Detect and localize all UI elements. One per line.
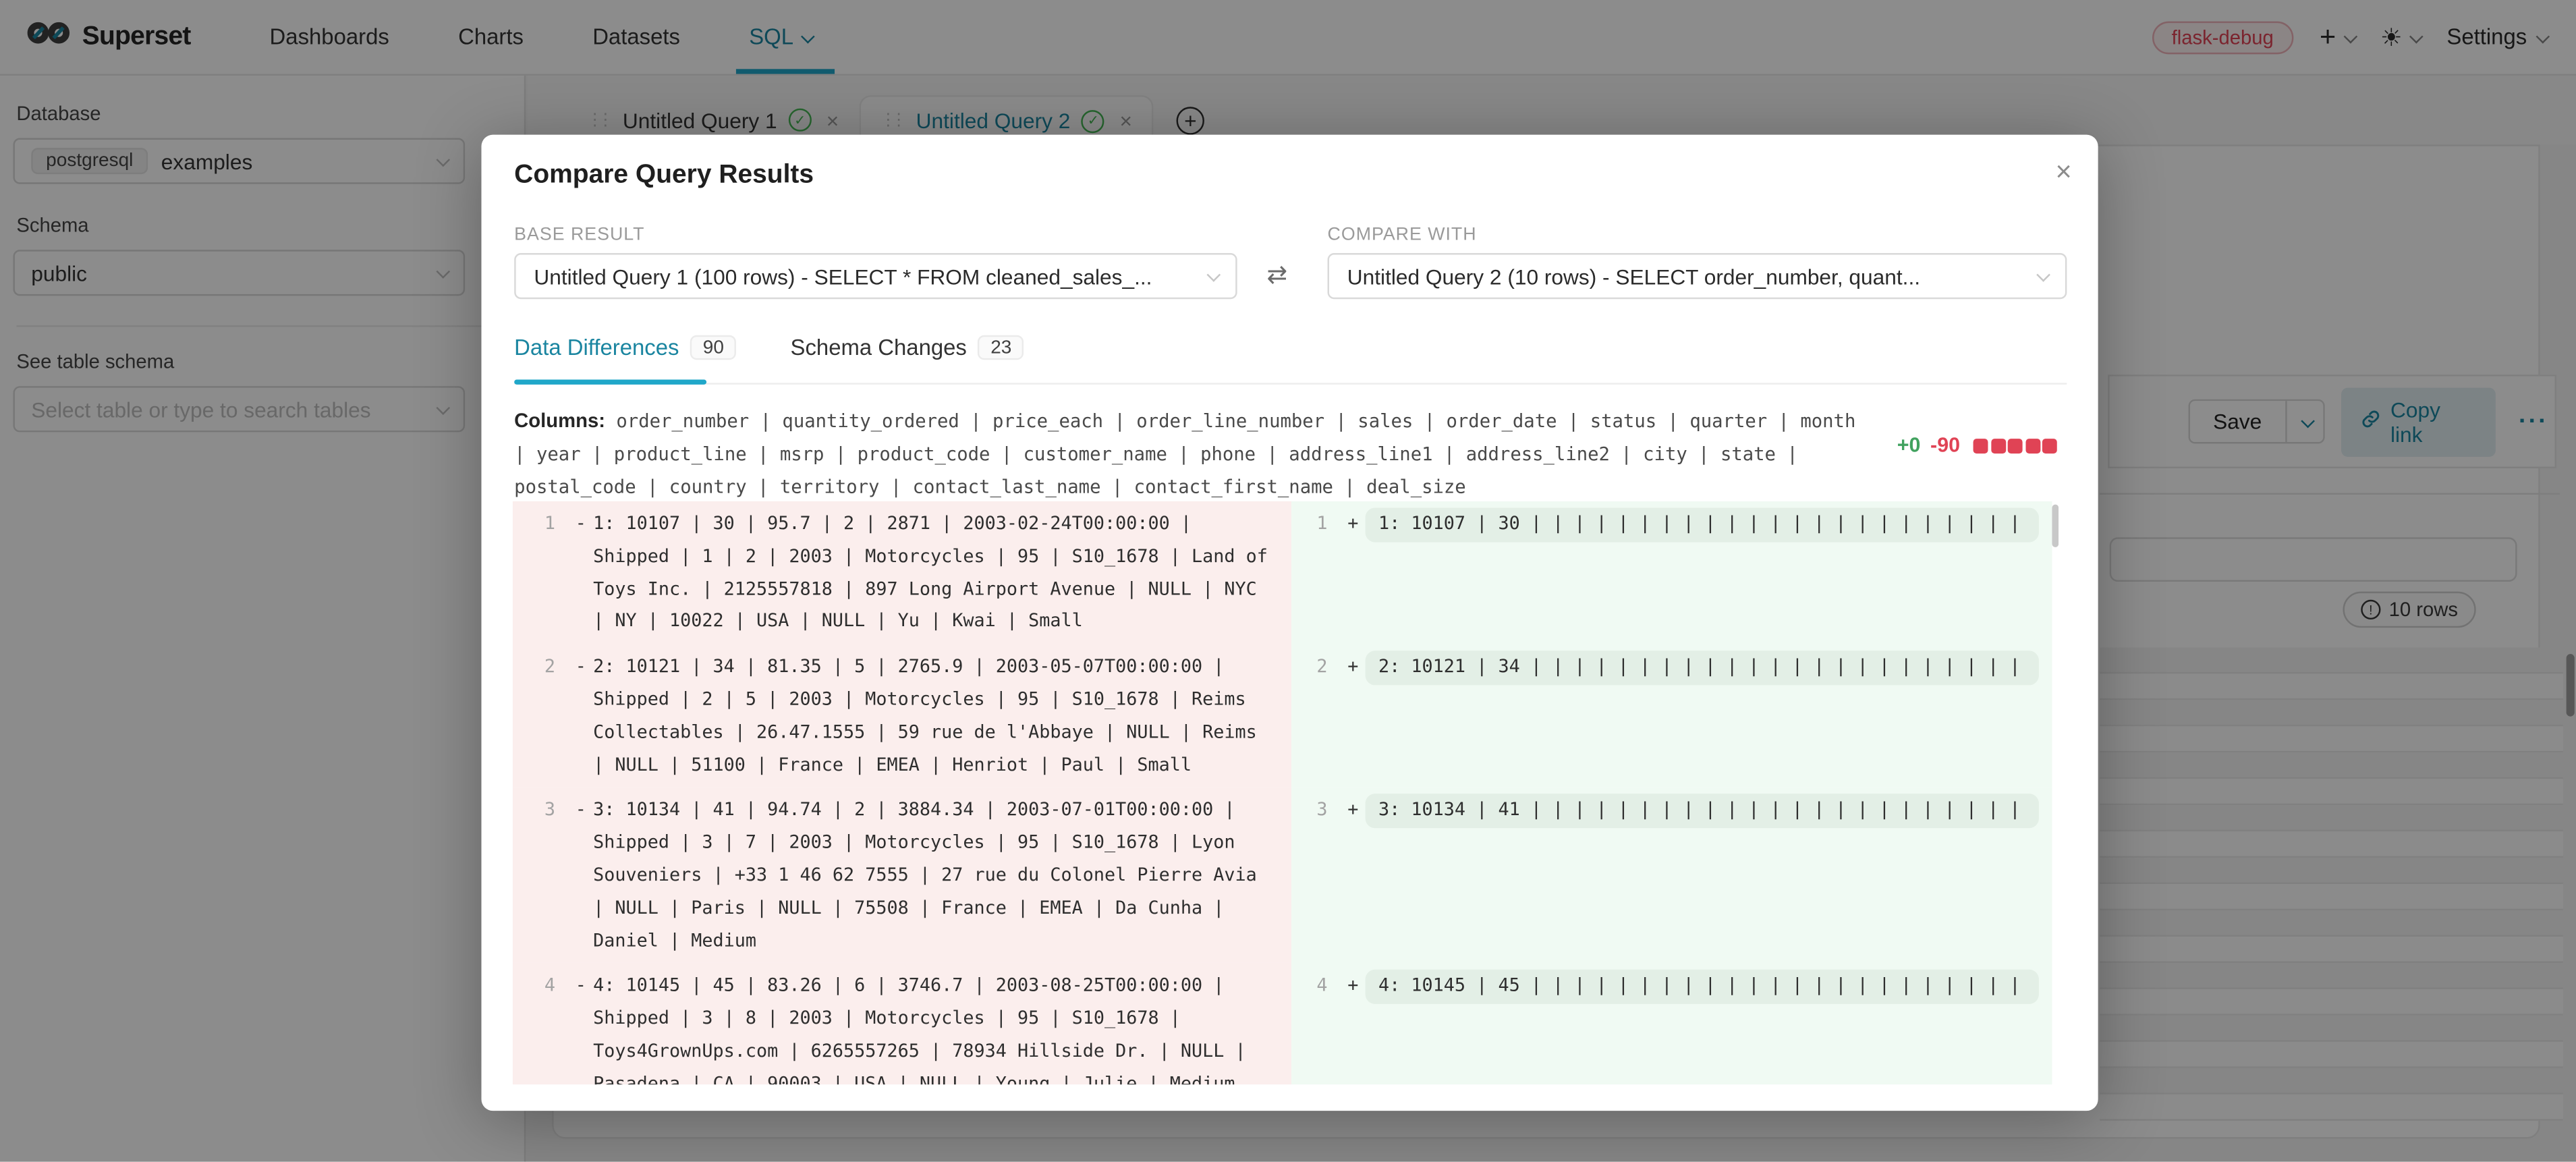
diff-row-added: 2+2: 10121 | 34 | | | | | | | | | | | | … (1291, 644, 2052, 787)
diff-row-removed: 3-3: 10134 | 41 | 94.74 | 2 | 3884.34 | … (513, 787, 1291, 964)
diff-row-added: 3+3: 10134 | 41 | | | | | | | | | | | | … (1291, 787, 2052, 964)
plus-sign: + (1341, 651, 1366, 781)
line-number: 4 (1291, 970, 1341, 1085)
diff-row-text: 4: 10145 | 45 | | | | | | | | | | | | | … (1366, 970, 2039, 1005)
diffstat-square (1973, 438, 1988, 453)
added-count: +0 (1897, 434, 1921, 457)
diffstat: +0 -90 (1897, 434, 2057, 457)
line-number: 4 (513, 970, 569, 1085)
chevron-down-icon (1206, 268, 1221, 282)
line-number: 3 (1291, 794, 1341, 957)
minus-sign: - (569, 970, 594, 1085)
tab-underline (514, 383, 2067, 384)
diff-row-removed: 1-1: 10107 | 30 | 95.7 | 2 | 2871 | 2003… (513, 501, 1291, 644)
base-result-label: BASE RESULT (514, 225, 644, 245)
removed-count: -90 (1930, 434, 1960, 457)
diff-row-text: 3: 10134 | 41 | 94.74 | 2 | 3884.34 | 20… (593, 794, 1278, 957)
diffstat-square (2042, 438, 2057, 453)
columns-header: Columns: order_number | quantity_ordered… (514, 404, 2067, 505)
minus-sign: - (569, 794, 594, 957)
diff-scrollbar[interactable] (2052, 505, 2059, 1082)
diff-view: 1-1: 10107 | 30 | 95.7 | 2 | 2871 | 2003… (513, 501, 2059, 1084)
tab-data-differences[interactable]: Data Differences 90 (514, 335, 736, 378)
diff-row-removed: 4-4: 10145 | 45 | 83.26 | 6 | 3746.7 | 2… (513, 964, 1291, 1084)
columns-label: Columns: (514, 409, 605, 432)
compare-query-results-modal: × Compare Query Results BASE RESULT COMP… (481, 135, 2098, 1111)
modal-title: Compare Query Results (514, 161, 814, 191)
base-result-value: Untitled Query 1 (100 rows) - SELECT * F… (534, 264, 1152, 289)
close-icon[interactable]: × (2055, 156, 2071, 189)
diff-grid: 1-1: 10107 | 30 | 95.7 | 2 | 2871 | 2003… (513, 501, 2059, 1084)
diffstat-square (2008, 438, 2023, 453)
minus-sign: - (569, 651, 594, 781)
tab-count-badge: 23 (978, 335, 1024, 360)
active-tab-ink (514, 380, 706, 384)
line-number: 1 (513, 507, 569, 638)
diff-row-text: 2: 10121 | 34 | 81.35 | 5 | 2765.9 | 200… (593, 651, 1278, 781)
diff-row-added: 1+1: 10107 | 30 | | | | | | | | | | | | … (1291, 501, 2052, 644)
diffstat-square (1990, 438, 2005, 453)
diff-row-text: 1: 10107 | 30 | | | | | | | | | | | | | … (1366, 507, 2039, 542)
columns-list: Columns: order_number | quantity_ordered… (514, 404, 1861, 505)
diff-row-text: 4: 10145 | 45 | 83.26 | 6 | 3746.7 | 200… (593, 970, 1278, 1085)
line-number: 3 (513, 794, 569, 957)
diffstat-blocks (1973, 438, 2057, 453)
compare-with-label: COMPARE WITH (1328, 225, 1477, 245)
compare-with-value: Untitled Query 2 (10 rows) - SELECT orde… (1347, 264, 1920, 289)
diff-row-text: 1: 10107 | 30 | 95.7 | 2 | 2871 | 2003-0… (593, 507, 1278, 638)
diffstat-square (2025, 438, 2040, 453)
line-number: 2 (1291, 651, 1341, 781)
diff-row-text: 3: 10134 | 41 | | | | | | | | | | | | | … (1366, 794, 2039, 829)
chevron-down-icon (2036, 268, 2050, 282)
diff-row-removed: 2-2: 10121 | 34 | 81.35 | 5 | 2765.9 | 2… (513, 644, 1291, 787)
tab-label: Data Differences (514, 335, 679, 360)
plus-sign: + (1341, 507, 1366, 638)
plus-sign: + (1341, 794, 1366, 957)
scrollbar-thumb[interactable] (2052, 505, 2059, 547)
superset-sql-lab: Superset DashboardsChartsDatasetsSQL fla… (0, 0, 2576, 1162)
line-number: 2 (513, 651, 569, 781)
tab-label: Schema Changes (791, 335, 967, 360)
columns-names: order_number | quantity_ordered | price_… (514, 411, 1855, 499)
minus-sign: - (569, 507, 594, 638)
diff-row-added: 4+4: 10145 | 45 | | | | | | | | | | | | … (1291, 964, 2052, 1084)
plus-sign: + (1341, 970, 1366, 1085)
compare-with-select[interactable]: Untitled Query 2 (10 rows) - SELECT orde… (1328, 253, 2067, 299)
diff-row-text: 2: 10121 | 34 | | | | | | | | | | | | | … (1366, 651, 2039, 686)
tab-schema-changes[interactable]: Schema Changes 23 (791, 335, 1024, 378)
base-result-select[interactable]: Untitled Query 1 (100 rows) - SELECT * F… (514, 253, 1237, 299)
modal-tabs: Data Differences 90 Schema Changes 23 (514, 335, 1024, 378)
line-number: 1 (1291, 507, 1341, 638)
tab-count-badge: 90 (691, 335, 737, 360)
swap-icon[interactable]: ⇄ (1266, 260, 1287, 289)
